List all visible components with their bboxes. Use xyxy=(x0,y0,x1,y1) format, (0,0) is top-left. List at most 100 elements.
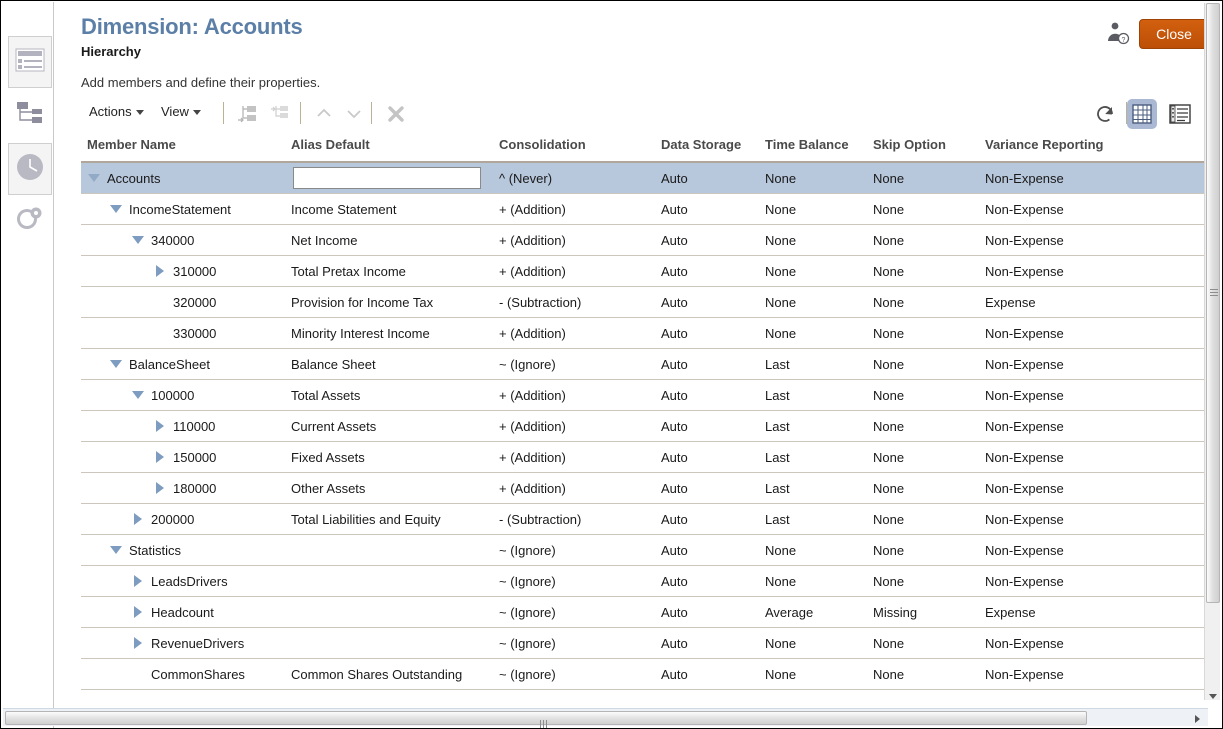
actions-menu-button[interactable]: Actions xyxy=(89,104,144,119)
sidebar-item-security[interactable] xyxy=(8,195,52,247)
cell-time-balance[interactable]: Last xyxy=(765,441,873,473)
cell-consolidation[interactable]: + (Addition) xyxy=(499,193,661,225)
cell-skip-option[interactable]: None xyxy=(873,379,985,411)
cell-skip-option[interactable]: None xyxy=(873,348,985,380)
cell-time-balance[interactable]: None xyxy=(765,627,873,659)
table-row[interactable]: 330000 Minority Interest Income + (Additio… xyxy=(81,317,1209,349)
cell-consolidation[interactable]: ~ (Ignore) xyxy=(499,596,661,628)
table-row[interactable]: 100000 Total Assets + (Addition) Auto Last No… xyxy=(81,379,1209,411)
cell-skip-option[interactable]: None xyxy=(873,162,985,194)
cell-data-storage[interactable]: Auto xyxy=(661,596,765,628)
cell-member-name[interactable]: CommonShares xyxy=(81,658,291,690)
scroll-down-arrow-icon[interactable] xyxy=(1207,688,1219,699)
cell-alias-default[interactable]: Net Income xyxy=(291,224,499,256)
cell-member-name[interactable]: 330000 xyxy=(81,317,291,349)
sidebar-item-time-period[interactable] xyxy=(8,143,52,195)
cell-alias-default[interactable]: Current Assets xyxy=(291,410,499,442)
cell-data-storage[interactable]: Auto xyxy=(661,379,765,411)
cell-data-storage[interactable]: Auto xyxy=(661,224,765,256)
column-header-data-storage[interactable]: Data Storage xyxy=(661,137,765,163)
cell-skip-option[interactable]: None xyxy=(873,410,985,442)
add-sibling-icon[interactable] xyxy=(237,103,259,125)
column-header-alias-default[interactable]: Alias Default xyxy=(291,137,499,163)
tree-expand-toggle-expanded[interactable] xyxy=(131,380,145,410)
cell-variance-reporting[interactable]: Non-Expense xyxy=(985,193,1209,225)
cell-alias-default[interactable] xyxy=(291,534,499,566)
cell-variance-reporting[interactable]: Expense xyxy=(985,596,1209,628)
cell-skip-option[interactable]: None xyxy=(873,193,985,225)
cell-time-balance[interactable]: Last xyxy=(765,379,873,411)
cell-data-storage[interactable]: Auto xyxy=(661,193,765,225)
tree-expand-toggle-expanded[interactable] xyxy=(131,225,145,255)
cell-variance-reporting[interactable]: Non-Expense xyxy=(985,224,1209,256)
cell-variance-reporting[interactable]: Non-Expense xyxy=(985,627,1209,659)
alias-default-input[interactable] xyxy=(293,167,481,189)
cell-consolidation[interactable]: + (Addition) xyxy=(499,255,661,287)
scroll-right-arrow-icon[interactable] xyxy=(1192,712,1202,724)
table-row[interactable]: CommonShares Common Shares Outstanding ~ (… xyxy=(81,658,1209,690)
cell-member-name[interactable]: Statistics xyxy=(81,534,291,566)
tree-expand-toggle-expanded[interactable] xyxy=(87,163,101,193)
tree-expand-toggle-collapsed[interactable] xyxy=(131,597,145,627)
cell-consolidation[interactable]: ~ (Ignore) xyxy=(499,658,661,690)
cell-skip-option[interactable]: Missing xyxy=(873,596,985,628)
cell-consolidation[interactable]: + (Addition) xyxy=(499,317,661,349)
cell-member-name[interactable]: Headcount xyxy=(81,596,291,628)
sidebar-item-hierarchy[interactable] xyxy=(8,90,52,142)
cell-skip-option[interactable]: None xyxy=(873,658,985,690)
cell-alias-default[interactable]: Total Assets xyxy=(291,379,499,411)
view-menu-button[interactable]: View xyxy=(161,104,201,119)
cell-skip-option[interactable]: None xyxy=(873,286,985,318)
cell-variance-reporting[interactable]: Non-Expense xyxy=(985,441,1209,473)
cell-time-balance[interactable]: None xyxy=(765,224,873,256)
cell-consolidation[interactable]: + (Addition) xyxy=(499,410,661,442)
cell-time-balance[interactable]: Average xyxy=(765,596,873,628)
table-row[interactable]: 110000 Current Assets + (Addition) Auto Last… xyxy=(81,410,1209,442)
close-button[interactable]: Close xyxy=(1139,19,1209,49)
cell-time-balance[interactable]: None xyxy=(765,255,873,287)
cell-time-balance[interactable]: Last xyxy=(765,503,873,535)
cell-time-balance[interactable]: None xyxy=(765,658,873,690)
tree-expand-toggle-expanded[interactable] xyxy=(109,194,123,224)
cell-skip-option[interactable]: None xyxy=(873,441,985,473)
cell-time-balance[interactable]: None xyxy=(765,317,873,349)
cell-alias-default[interactable]: Common Shares Outstanding xyxy=(291,658,499,690)
cell-skip-option[interactable]: None xyxy=(873,224,985,256)
cell-variance-reporting[interactable]: Non-Expense xyxy=(985,317,1209,349)
cell-data-storage[interactable]: Auto xyxy=(661,286,765,318)
table-row[interactable]: 150000 Fixed Assets + (Addition) Auto Last No… xyxy=(81,441,1209,473)
column-header-time-balance[interactable]: Time Balance xyxy=(765,137,873,163)
tree-expand-toggle-collapsed[interactable] xyxy=(153,442,167,472)
cell-member-name[interactable]: LeadsDrivers xyxy=(81,565,291,597)
cell-member-name[interactable]: 310000 xyxy=(81,255,291,287)
cell-consolidation[interactable]: ~ (Ignore) xyxy=(499,565,661,597)
cell-skip-option[interactable]: None xyxy=(873,627,985,659)
cell-consolidation[interactable]: + (Addition) xyxy=(499,379,661,411)
grid-view-icon[interactable] xyxy=(1127,99,1157,129)
cell-time-balance[interactable]: None xyxy=(765,565,873,597)
cell-member-name[interactable]: 200000 xyxy=(81,503,291,535)
members-table-container[interactable]: Member Name Alias Default Consolidation … xyxy=(81,137,1209,697)
cell-variance-reporting[interactable]: Non-Expense xyxy=(985,565,1209,597)
cell-consolidation[interactable]: ^ (Never) xyxy=(499,162,661,194)
horizontal-scrollbar-thumb[interactable] xyxy=(5,711,1087,728)
cell-alias-default[interactable]: Minority Interest Income xyxy=(291,317,499,349)
move-down-icon[interactable] xyxy=(343,103,365,125)
cell-consolidation[interactable]: ~ (Ignore) xyxy=(499,348,661,380)
cell-data-storage[interactable]: Auto xyxy=(661,565,765,597)
cell-variance-reporting[interactable]: Non-Expense xyxy=(985,348,1209,380)
cell-variance-reporting[interactable]: Non-Expense xyxy=(985,534,1209,566)
tree-expand-toggle-collapsed[interactable] xyxy=(131,504,145,534)
add-child-icon[interactable] xyxy=(269,103,291,125)
tree-expand-toggle-collapsed[interactable] xyxy=(131,628,145,658)
cell-consolidation[interactable]: ~ (Ignore) xyxy=(499,627,661,659)
cell-time-balance[interactable]: Last xyxy=(765,348,873,380)
cell-skip-option[interactable]: None xyxy=(873,503,985,535)
sidebar-item-dimensions[interactable] xyxy=(8,36,52,88)
tree-expand-toggle-collapsed[interactable] xyxy=(153,256,167,286)
cell-variance-reporting[interactable]: Non-Expense xyxy=(985,503,1209,535)
cell-variance-reporting[interactable]: Non-Expense xyxy=(985,255,1209,287)
cell-data-storage[interactable]: Auto xyxy=(661,348,765,380)
cell-data-storage[interactable]: Auto xyxy=(661,317,765,349)
cell-time-balance[interactable]: None xyxy=(765,162,873,194)
